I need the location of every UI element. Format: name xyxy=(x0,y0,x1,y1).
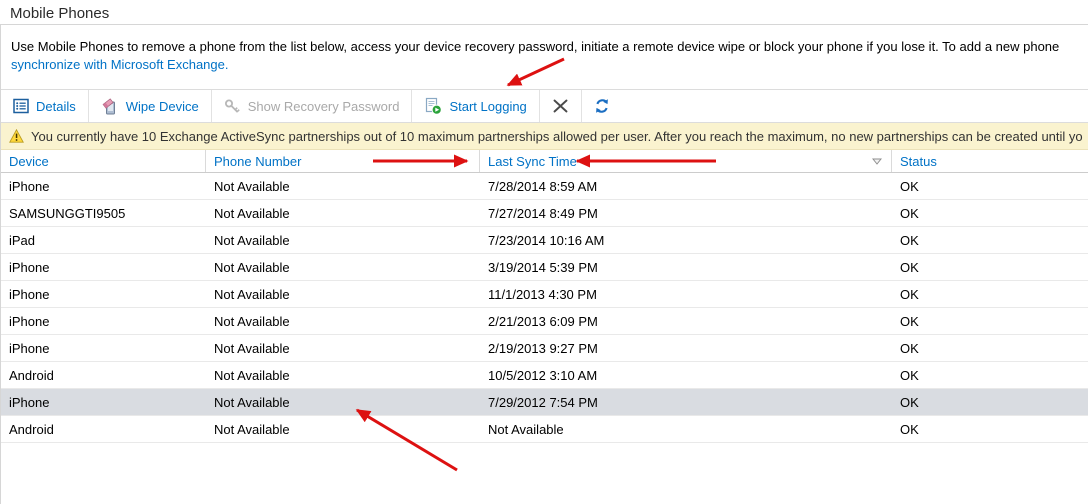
cell-status: OK xyxy=(892,206,1088,221)
activesync-warning-banner: You currently have 10 Exchange ActiveSyn… xyxy=(1,123,1088,150)
cell-status: OK xyxy=(892,179,1088,194)
table-row[interactable]: iPhone Not Available 7/28/2014 8:59 AM O… xyxy=(1,173,1088,200)
delete-device-button[interactable] xyxy=(540,90,582,122)
cell-phone-number: Not Available xyxy=(206,422,480,437)
cell-phone-number: Not Available xyxy=(206,341,480,356)
table-body: iPhone Not Available 7/28/2014 8:59 AM O… xyxy=(1,173,1088,443)
cell-last-sync-time: 11/1/2013 4:30 PM xyxy=(480,287,892,302)
cell-status: OK xyxy=(892,314,1088,329)
sort-descending-icon xyxy=(872,158,882,165)
cell-device: iPhone xyxy=(1,395,206,410)
wipe-device-icon xyxy=(101,98,119,115)
table-row[interactable]: iPhone Not Available 3/19/2014 5:39 PM O… xyxy=(1,254,1088,281)
warning-triangle-icon xyxy=(9,129,24,143)
cell-phone-number: Not Available xyxy=(206,314,480,329)
page-title: Mobile Phones xyxy=(0,0,1088,24)
column-header-last-sync-time[interactable]: Last Sync Time xyxy=(480,150,892,172)
cell-phone-number: Not Available xyxy=(206,206,480,221)
start-logging-label: Start Logging xyxy=(449,99,526,114)
cell-status: OK xyxy=(892,395,1088,410)
key-icon xyxy=(224,98,241,114)
table-row[interactable]: iPhone Not Available 7/29/2012 7:54 PM O… xyxy=(1,389,1088,416)
cell-status: OK xyxy=(892,341,1088,356)
column-header-device[interactable]: Device xyxy=(1,150,206,172)
details-label: Details xyxy=(36,99,76,114)
cell-last-sync-time: 7/23/2014 10:16 AM xyxy=(480,233,892,248)
cell-phone-number: Not Available xyxy=(206,395,480,410)
column-header-status[interactable]: Status xyxy=(892,150,1088,172)
devices-table: Device Phone Number Last Sync Time Statu… xyxy=(1,150,1088,443)
cell-last-sync-time: 10/5/2012 3:10 AM xyxy=(480,368,892,383)
cell-last-sync-time: 7/28/2014 8:59 AM xyxy=(480,179,892,194)
refresh-button[interactable] xyxy=(582,90,622,122)
column-header-phone-number[interactable]: Phone Number xyxy=(206,150,480,172)
cell-device: Android xyxy=(1,422,206,437)
intro-line1: Use Mobile Phones to remove a phone from… xyxy=(11,39,1059,54)
cell-last-sync-time: Not Available xyxy=(480,422,892,437)
toolbar: Details Wipe Device xyxy=(1,89,1088,123)
start-logging-icon xyxy=(424,97,442,115)
content-panel: Use Mobile Phones to remove a phone from… xyxy=(0,24,1088,504)
delete-x-icon xyxy=(552,98,569,114)
cell-phone-number: Not Available xyxy=(206,260,480,275)
table-header: Device Phone Number Last Sync Time Statu… xyxy=(1,150,1088,173)
cell-status: OK xyxy=(892,233,1088,248)
cell-device: iPhone xyxy=(1,260,206,275)
table-row[interactable]: iPhone Not Available 11/1/2013 4:30 PM O… xyxy=(1,281,1088,308)
cell-device: Android xyxy=(1,368,206,383)
cell-status: OK xyxy=(892,260,1088,275)
intro-text: Use Mobile Phones to remove a phone from… xyxy=(1,25,1088,89)
cell-last-sync-time: 7/27/2014 8:49 PM xyxy=(480,206,892,221)
table-row[interactable]: iPhone Not Available 2/21/2013 6:09 PM O… xyxy=(1,308,1088,335)
cell-phone-number: Not Available xyxy=(206,287,480,302)
cell-device: iPad xyxy=(1,233,206,248)
table-row[interactable]: iPhone Not Available 2/19/2013 9:27 PM O… xyxy=(1,335,1088,362)
cell-status: OK xyxy=(892,287,1088,302)
cell-device: SAMSUNGGTI9505 xyxy=(1,206,206,221)
warning-text: You currently have 10 Exchange ActiveSyn… xyxy=(31,129,1083,144)
cell-last-sync-time: 3/19/2014 5:39 PM xyxy=(480,260,892,275)
start-logging-button[interactable]: Start Logging xyxy=(412,90,539,122)
table-row[interactable]: Android Not Available Not Available OK xyxy=(1,416,1088,443)
wipe-device-button[interactable]: Wipe Device xyxy=(89,90,212,122)
cell-last-sync-time: 7/29/2012 7:54 PM xyxy=(480,395,892,410)
cell-phone-number: Not Available xyxy=(206,368,480,383)
show-recovery-password-label: Show Recovery Password xyxy=(248,99,400,114)
wipe-device-label: Wipe Device xyxy=(126,99,199,114)
cell-device: iPhone xyxy=(1,179,206,194)
details-icon xyxy=(13,98,29,114)
cell-device: iPhone xyxy=(1,314,206,329)
synchronize-link[interactable]: synchronize with Microsoft Exchange. xyxy=(11,57,228,72)
table-row[interactable]: SAMSUNGGTI9505 Not Available 7/27/2014 8… xyxy=(1,200,1088,227)
cell-last-sync-time: 2/19/2013 9:27 PM xyxy=(480,341,892,356)
refresh-icon xyxy=(594,98,610,114)
cell-device: iPhone xyxy=(1,287,206,302)
mobile-phones-page: Mobile Phones Use Mobile Phones to remov… xyxy=(0,0,1088,504)
cell-last-sync-time: 2/21/2013 6:09 PM xyxy=(480,314,892,329)
table-row[interactable]: Android Not Available 10/5/2012 3:10 AM … xyxy=(1,362,1088,389)
cell-status: OK xyxy=(892,422,1088,437)
cell-phone-number: Not Available xyxy=(206,179,480,194)
details-button[interactable]: Details xyxy=(1,90,89,122)
show-recovery-password-button[interactable]: Show Recovery Password xyxy=(212,90,413,122)
table-row[interactable]: iPad Not Available 7/23/2014 10:16 AM OK xyxy=(1,227,1088,254)
cell-phone-number: Not Available xyxy=(206,233,480,248)
cell-status: OK xyxy=(892,368,1088,383)
cell-device: iPhone xyxy=(1,341,206,356)
